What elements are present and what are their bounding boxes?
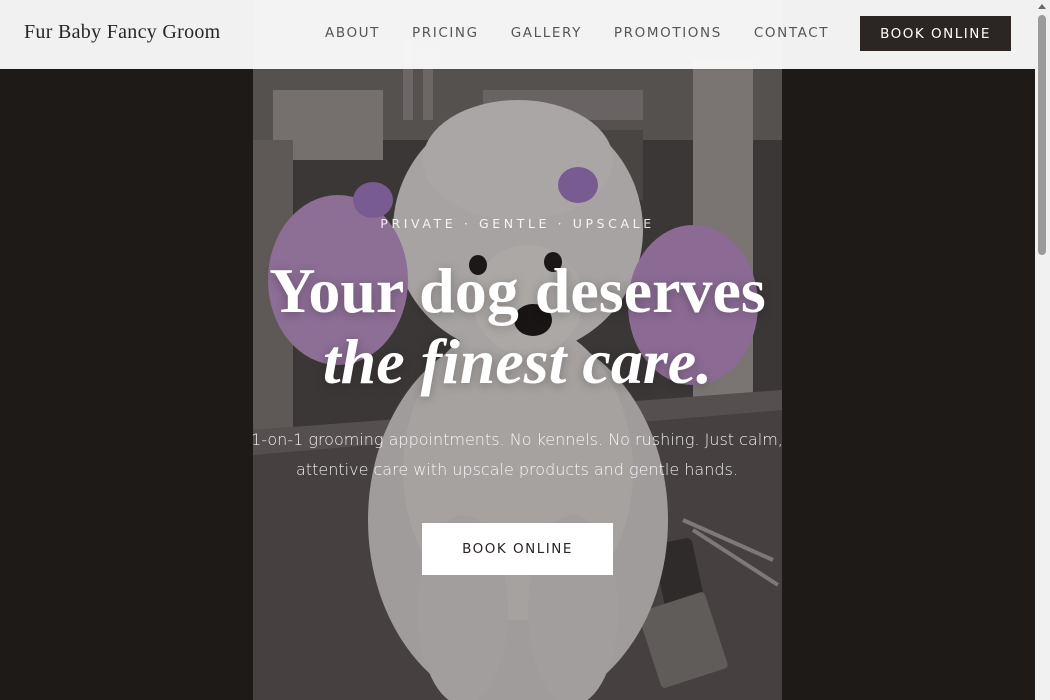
nav-item-about[interactable]: ABOUT <box>325 25 380 41</box>
site-header: Fur Baby Fancy Groom ABOUT PRICING GALLE… <box>0 0 1035 69</box>
nav-item-gallery[interactable]: GALLERY <box>511 25 582 41</box>
hero-subtext: 1-on-1 grooming appointments. No kennels… <box>251 430 783 479</box>
hero-headline: Your dog deserves the finest care. <box>0 255 1035 397</box>
headline-line-1: Your dog deserves <box>269 255 766 326</box>
header-book-online-button[interactable]: BOOK ONLINE <box>860 16 1011 51</box>
hero-eyebrow: PRIVATE · GENTLE · UPSCALE <box>380 216 655 231</box>
nav-item-promotions[interactable]: PROMOTIONS <box>614 25 722 41</box>
hero-book-online-button[interactable]: BOOK ONLINE <box>422 523 613 575</box>
nav-item-contact[interactable]: CONTACT <box>754 25 829 41</box>
main-nav: ABOUT PRICING GALLERY PROMOTIONS CONTACT <box>325 25 829 41</box>
nav-item-pricing[interactable]: PRICING <box>412 25 479 41</box>
scrollbar-thumb[interactable] <box>1038 15 1046 255</box>
headline-line-2: the finest care. <box>322 326 713 397</box>
page: PRIVATE · GENTLE · UPSCALE Your dog dese… <box>0 0 1050 700</box>
scroll-up-icon[interactable] <box>1038 4 1046 9</box>
page-scrollbar[interactable] <box>1035 0 1050 700</box>
hero-section: PRIVATE · GENTLE · UPSCALE Your dog dese… <box>0 0 1035 700</box>
brand-logo[interactable]: Fur Baby Fancy Groom <box>24 21 221 44</box>
